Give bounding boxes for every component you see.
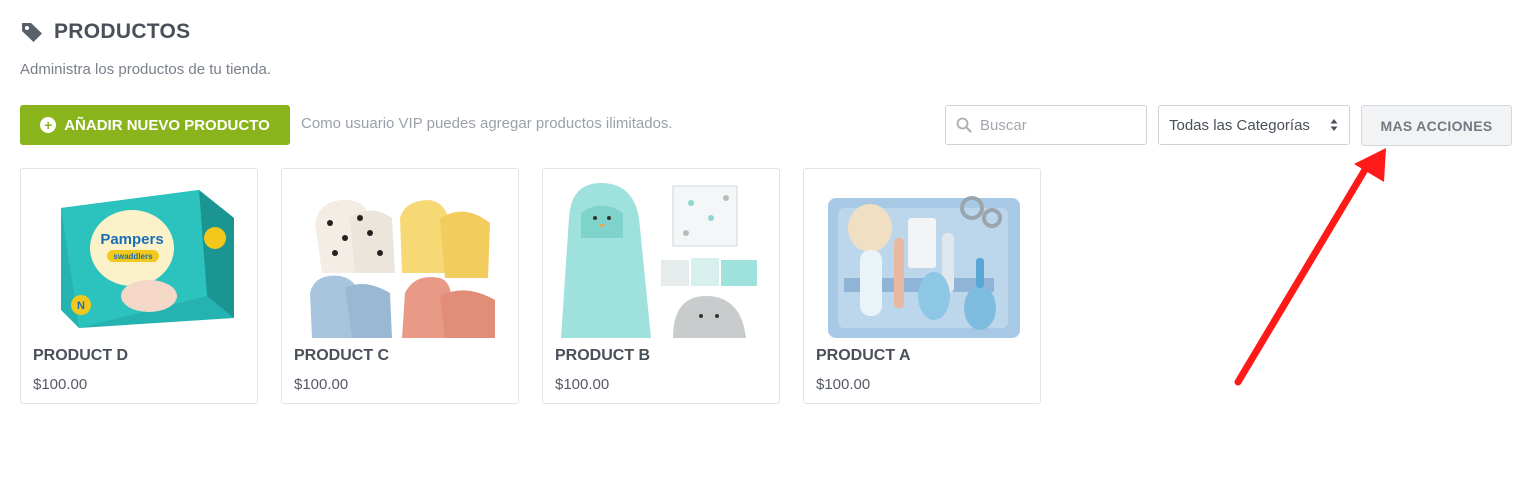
page-title: PRODUCTOS bbox=[54, 20, 191, 43]
product-image-diaper-pack: Pampers swaddlers N bbox=[39, 178, 239, 338]
search-input[interactable] bbox=[980, 116, 1130, 134]
page-subtitle: Administra los productos de tu tienda. bbox=[20, 61, 271, 78]
add-product-button[interactable]: + AÑADIR NUEVO PRODUCTO bbox=[20, 105, 290, 145]
product-name: PRODUCT A bbox=[816, 347, 911, 364]
page-header: PRODUCTOS bbox=[20, 20, 191, 44]
product-price: $100.00 bbox=[33, 376, 88, 393]
category-select-value: Todas las Categorías bbox=[1169, 116, 1310, 134]
product-image-baby-mittens bbox=[300, 178, 500, 338]
select-arrows-icon bbox=[1329, 118, 1339, 132]
product-name: PRODUCT C bbox=[294, 347, 390, 364]
more-actions-button[interactable]: MAS ACCIONES bbox=[1361, 105, 1512, 146]
add-product-label: AÑADIR NUEVO PRODUCTO bbox=[64, 116, 270, 134]
product-card[interactable]: Pampers swaddlers N PRODUCT D $100.00 bbox=[20, 168, 258, 404]
vip-note: Como usuario VIP puedes agregar producto… bbox=[301, 115, 673, 132]
product-image-baby-grooming-kit bbox=[822, 178, 1022, 338]
product-name: PRODUCT B bbox=[555, 347, 651, 364]
product-card[interactable]: PRODUCT A $100.00 bbox=[803, 168, 1041, 404]
product-price: $100.00 bbox=[294, 376, 349, 393]
product-image-hooded-towel-set bbox=[561, 178, 761, 338]
plus-circle-icon: + bbox=[40, 117, 57, 133]
svg-text:N: N bbox=[77, 300, 85, 312]
category-select[interactable]: Todas las Categorías bbox=[1158, 105, 1350, 145]
svg-text:swaddlers: swaddlers bbox=[113, 252, 153, 261]
product-name: PRODUCT D bbox=[33, 347, 129, 364]
svg-text:Pampers: Pampers bbox=[100, 231, 163, 248]
product-price: $100.00 bbox=[555, 376, 610, 393]
tag-icon bbox=[22, 23, 42, 42]
search-icon bbox=[956, 117, 972, 133]
product-card[interactable]: PRODUCT C $100.00 bbox=[281, 168, 519, 404]
more-actions-label: MAS ACCIONES bbox=[1380, 117, 1493, 134]
product-price: $100.00 bbox=[816, 376, 871, 393]
product-card[interactable]: PRODUCT B $100.00 bbox=[542, 168, 780, 404]
search-box[interactable] bbox=[945, 105, 1147, 145]
